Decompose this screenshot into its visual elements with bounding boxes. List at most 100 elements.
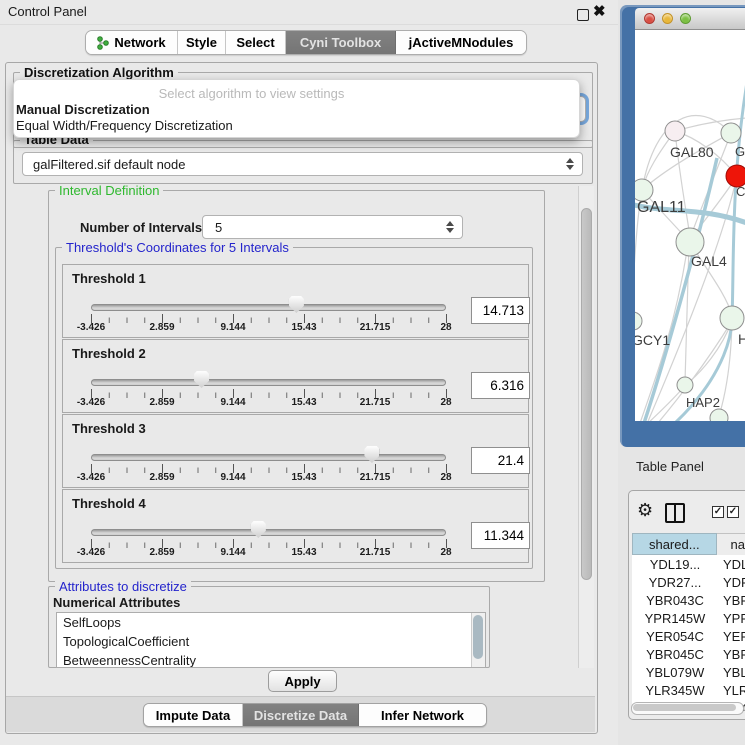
gear-icon[interactable]: ⚙ (637, 500, 653, 521)
table-row[interactable]: YER054CYER0 (632, 627, 745, 645)
tick-label: -3.426 (77, 472, 105, 483)
network-node[interactable] (677, 377, 693, 393)
network-window-titlebar[interactable] (635, 8, 745, 30)
tab-cyni-toolbox[interactable]: Cyni Toolbox (286, 31, 396, 54)
checkbox-icon[interactable]: ✓ (727, 506, 739, 518)
footer-tab-infer-network[interactable]: Infer Network (359, 704, 486, 726)
footer-tab-discretize-data[interactable]: Discretize Data (243, 704, 359, 726)
cell-shared-name: YBR045C (632, 647, 718, 662)
panel-scrollbar-thumb[interactable] (581, 208, 592, 580)
network-icon (97, 36, 109, 50)
tab-label: Cyni Toolbox (300, 35, 381, 50)
tick-label: 9.144 (220, 322, 245, 333)
attribute-item[interactable]: TopologicalCoefficient (57, 632, 485, 651)
attributes-scrollbar-thumb[interactable] (473, 615, 483, 659)
cell-shared-name: YBR043C (632, 593, 718, 608)
dropdown-option-manual-discretization[interactable]: Manual Discretization (16, 102, 150, 117)
network-node[interactable] (635, 312, 642, 330)
footer-tab-label: Discretize Data (254, 708, 347, 723)
tick-label: 28 (440, 547, 451, 558)
slider-tick-labels: -3.4262.8599.14415.4321.71528 (91, 547, 447, 559)
footer-tab-label: Infer Network (381, 708, 464, 723)
threshold-value-input[interactable] (471, 297, 530, 324)
apply-button[interactable]: Apply (268, 670, 337, 692)
cell-name: YLR3 (718, 683, 745, 698)
threshold-slider-track[interactable] (91, 304, 446, 311)
threshold-slider-track[interactable] (91, 529, 446, 536)
footer-tab-bar: Impute Data Discretize Data Infer Network (143, 703, 487, 727)
thresholds-group-title: Threshold's Coordinates for 5 Intervals (62, 241, 293, 254)
threshold-slider-track[interactable] (91, 379, 446, 386)
node-label: GAL80 (670, 144, 714, 160)
threshold-value-input[interactable] (471, 447, 530, 474)
minimize-light[interactable] (662, 13, 673, 24)
network-edge (685, 244, 689, 382)
table-header-row: shared... na (632, 533, 745, 556)
node-label: GCY1 (635, 332, 670, 348)
checkbox-icon[interactable]: ✓ (712, 506, 724, 518)
tab-select[interactable]: Select (226, 31, 286, 54)
close-light[interactable] (644, 13, 655, 24)
zoom-light[interactable] (680, 13, 691, 24)
tab-style[interactable]: Style (178, 31, 226, 54)
table-row[interactable]: YPR145WYPR1 (632, 609, 745, 627)
threshold-panel-1: Threshold 1-3.4262.8599.14415.4321.71528 (62, 264, 529, 338)
network-node[interactable] (635, 179, 653, 201)
threshold-value-input[interactable] (471, 522, 530, 549)
tick-label: 9.144 (220, 397, 245, 408)
threshold-slider-track[interactable] (91, 454, 446, 461)
panel-scrollbar (578, 186, 594, 668)
network-canvas[interactable]: GAL80GACGAL11GAL4GCY1HHAP2 (635, 30, 745, 421)
tick-label: 21.715 (360, 322, 391, 333)
network-node[interactable] (710, 409, 728, 421)
attribute-item[interactable]: SelfLoops (57, 613, 485, 632)
dropdown-hint-item[interactable]: Select algorithm to view settings (14, 86, 489, 101)
tick-label: 15.43 (291, 547, 316, 558)
table-row[interactable]: YBR045CYBR0 (632, 645, 745, 663)
tick-label: 28 (440, 397, 451, 408)
table-row[interactable]: YLR345WYLR3 (632, 681, 745, 699)
table-row[interactable]: YDR27...YDR2 (632, 573, 745, 591)
tick-label: 21.715 (360, 397, 391, 408)
table-row[interactable]: YBL079WYBL0 (632, 663, 745, 681)
table-header-name[interactable]: na (717, 533, 745, 555)
column-split-icon[interactable] (665, 503, 685, 523)
table-body: YDL19...YDL1YDR27...YDR2YBR043CYBR0YPR14… (632, 555, 745, 711)
number-of-intervals-label: Number of Intervals (80, 220, 202, 235)
table-data-combobox[interactable]: galFiltered.sif default node (22, 152, 583, 176)
table-hscrollbar-thumb[interactable] (633, 704, 736, 711)
close-icon[interactable]: ✖ (593, 2, 606, 20)
cell-name: YBR0 (718, 647, 745, 662)
tick-label: 2.859 (149, 547, 174, 558)
interval-definition-title: Interval Definition (55, 184, 163, 197)
network-node[interactable] (676, 228, 704, 256)
tick-label: 28 (440, 472, 451, 483)
number-of-intervals-spinner[interactable]: 5 (202, 215, 463, 239)
tick-label: 15.43 (291, 322, 316, 333)
threshold-panel-3: Threshold 3-3.4262.8599.14415.4321.71528 (62, 414, 529, 488)
tick-label: 2.859 (149, 322, 174, 333)
tab-jactivemnodules[interactable]: jActiveMNodules (396, 31, 526, 54)
network-node[interactable] (720, 306, 744, 330)
table-header-shared[interactable]: shared... (632, 533, 717, 555)
tick-label: 2.859 (149, 472, 174, 483)
numerical-attributes-list[interactable]: SelfLoopsTopologicalCoefficientBetweenne… (56, 612, 486, 668)
tick-label: 9.144 (220, 547, 245, 558)
table-row[interactable]: YBR043CYBR0 (632, 591, 745, 609)
attribute-item[interactable]: BetweennessCentrality (57, 651, 485, 668)
table-row[interactable]: YDL19...YDL1 (632, 555, 745, 573)
cell-name: YER0 (718, 629, 745, 644)
float-window-icon[interactable] (577, 9, 589, 21)
cell-shared-name: YER054C (632, 629, 718, 644)
threshold-value-input[interactable] (471, 372, 530, 399)
network-node[interactable] (665, 121, 685, 141)
network-node[interactable] (721, 123, 741, 143)
tab-network[interactable]: Network (86, 31, 178, 54)
tick-label: -3.426 (77, 322, 105, 333)
tick-label: -3.426 (77, 547, 105, 558)
footer-tab-impute-data[interactable]: Impute Data (144, 704, 243, 726)
dropdown-option-equal-width-frequency[interactable]: Equal Width/Frequency Discretization (16, 118, 233, 133)
threshold-panel-2: Threshold 2-3.4262.8599.14415.4321.71528 (62, 339, 529, 413)
control-panel-title: Control Panel (8, 4, 87, 19)
threshold-label: Threshold 1 (72, 271, 146, 286)
